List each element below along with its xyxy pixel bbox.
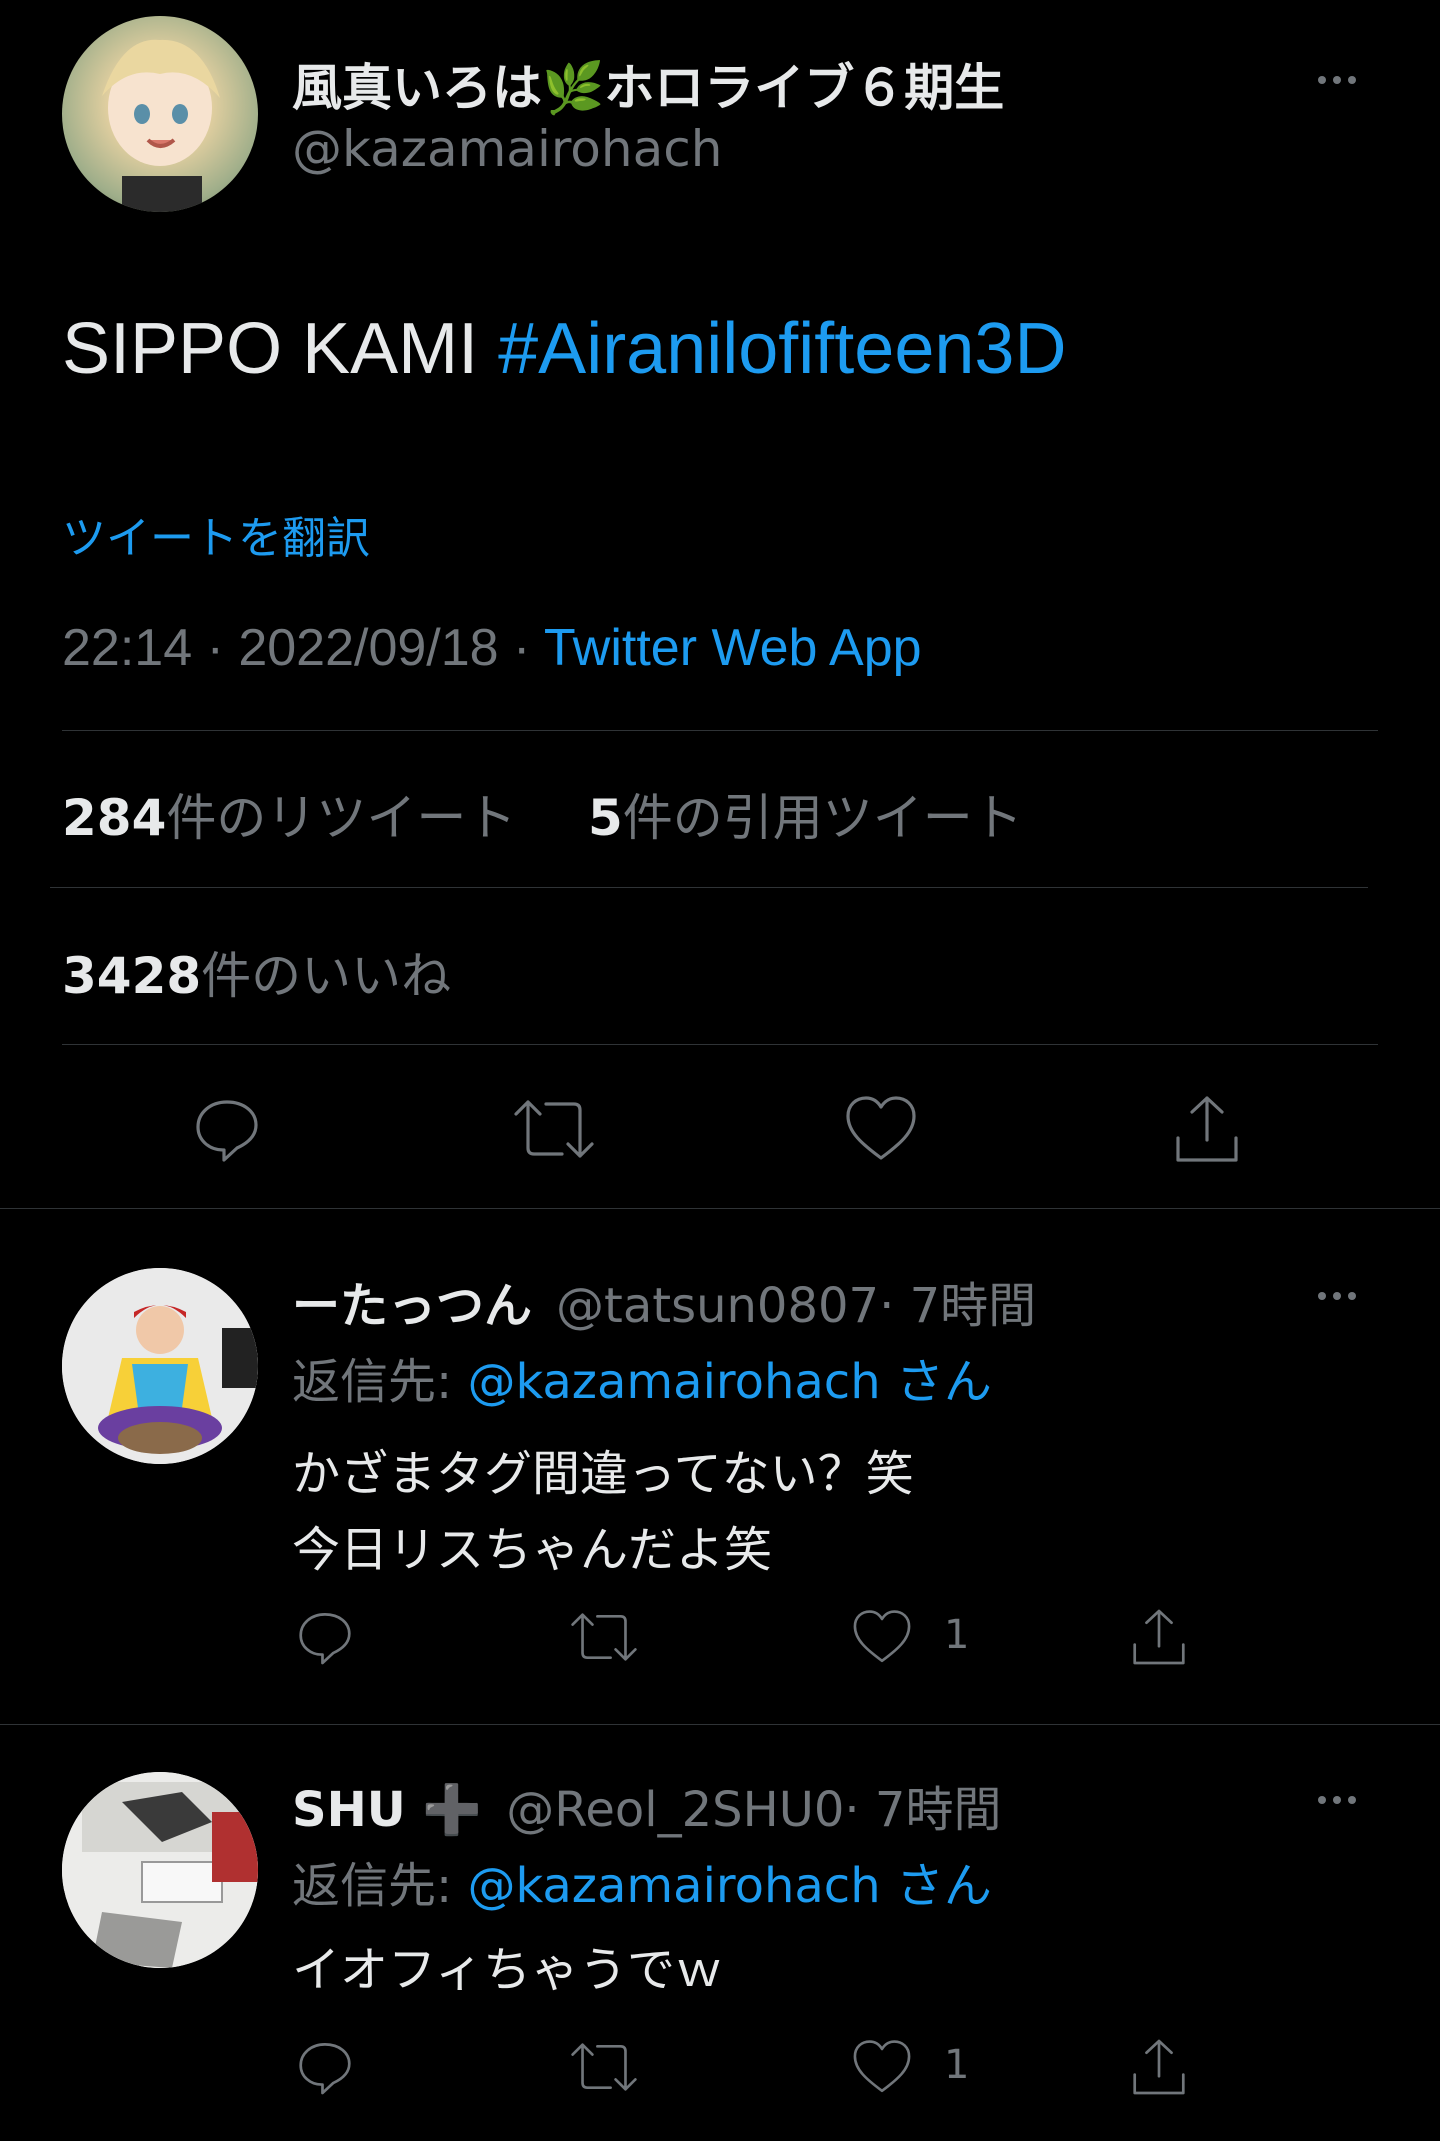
- likes-label: 件のいいね: [201, 947, 452, 1005]
- reply-header: SHU ➕ @Reol_2SHU0 · 7時間: [292, 1770, 1001, 1840]
- share-icon[interactable]: [1170, 1090, 1244, 1168]
- divider: [62, 1044, 1378, 1045]
- reply-time[interactable]: · 7時間: [844, 1770, 1001, 1840]
- tweet-text: SIPPO KAMI #Airanilofifteen3D: [62, 308, 1066, 390]
- reply-avatar[interactable]: [62, 1268, 258, 1464]
- reply-header: ーたっつん @tatsun0807 · 7時間: [292, 1266, 1036, 1336]
- reply-display-name[interactable]: ーたっつん: [292, 1266, 532, 1336]
- reply-to-label: 返信先:: [292, 1354, 468, 1410]
- reply-to-label: 返信先:: [292, 1858, 468, 1914]
- divider: [0, 1208, 1440, 1209]
- reply-text: イオフィちゃうでｗ: [292, 1932, 723, 2008]
- tweet-timestamp[interactable]: 22:14 · 2022/09/18 ·: [62, 619, 544, 677]
- quote-stats[interactable]: 5件の引用ツイート: [588, 778, 1023, 850]
- retweets-count: 284: [62, 789, 167, 847]
- reply-like-count: 1: [944, 1612, 970, 1658]
- more-options-icon[interactable]: [1318, 1292, 1356, 1300]
- likes-count: 3428: [62, 947, 202, 1005]
- reply-display-name[interactable]: SHU ➕: [292, 1781, 482, 1838]
- tweet-text-body: SIPPO KAMI: [62, 309, 479, 389]
- author-display-name[interactable]: 風真いろは🌿ホロライブ６期生: [292, 48, 1004, 120]
- reply-icon[interactable]: [294, 2036, 356, 2098]
- heart-icon[interactable]: [850, 2036, 914, 2098]
- retweet-stats[interactable]: 284件のリツイート: [62, 778, 516, 850]
- translate-tweet-link[interactable]: ツイートを翻訳: [62, 502, 370, 566]
- reply-to-line: 返信先: @kazamairohach さん: [292, 1342, 992, 1412]
- reply-to-suffix: さん: [880, 1354, 992, 1410]
- retweet-icon[interactable]: [508, 1092, 600, 1166]
- reply-text: かざまタグ間違ってない？笑 今日リスちゃんだよ笑: [292, 1436, 914, 1588]
- reply-text-line: かざまタグ間違ってない？笑: [292, 1446, 914, 1502]
- reply-text-line: イオフィちゃうでｗ: [292, 1942, 724, 1998]
- reply-time[interactable]: · 7時間: [879, 1266, 1036, 1336]
- avatar-illustration: [62, 1772, 258, 1968]
- share-icon[interactable]: [1128, 2034, 1190, 2100]
- reply-handle[interactable]: @Reol_2SHU0: [506, 1782, 844, 1838]
- like-stats[interactable]: 3428件のいいね: [62, 936, 451, 1008]
- tweet-meta: 22:14 · 2022/09/18 · Twitter Web App: [62, 618, 922, 678]
- avatar-illustration: [102, 39, 220, 212]
- heart-icon[interactable]: [850, 1606, 914, 1668]
- author-avatar[interactable]: [62, 16, 258, 212]
- reply-icon[interactable]: [190, 1092, 264, 1166]
- quotes-count: 5: [588, 789, 623, 847]
- reply-like-count: 1: [944, 2042, 970, 2088]
- reply-to-handle[interactable]: @kazamairohach: [467, 1354, 880, 1410]
- reply-to-line: 返信先: @kazamairohach さん: [292, 1846, 992, 1916]
- retweets-label: 件のリツイート: [166, 789, 517, 847]
- quotes-label: 件の引用ツイート: [622, 789, 1023, 847]
- reply-handle[interactable]: @tatsun0807: [556, 1278, 879, 1334]
- reply-text-line: 今日リスちゃんだよ笑: [292, 1522, 773, 1578]
- divider: [62, 730, 1378, 731]
- more-options-icon[interactable]: [1318, 76, 1356, 84]
- retweet-icon[interactable]: [566, 1606, 642, 1668]
- divider: [50, 887, 1368, 888]
- reply-avatar[interactable]: [62, 1772, 258, 1968]
- tweet-source-link[interactable]: Twitter Web App: [544, 619, 922, 677]
- reply-to-suffix: さん: [880, 1858, 992, 1914]
- avatar-illustration: [62, 1268, 258, 1464]
- reply-icon[interactable]: [294, 1606, 356, 1668]
- share-icon[interactable]: [1128, 1604, 1190, 1670]
- hashtag-link[interactable]: #Airanilofifteen3D: [498, 309, 1066, 389]
- more-options-icon[interactable]: [1318, 1796, 1356, 1804]
- heart-icon[interactable]: [842, 1092, 920, 1166]
- divider: [0, 1724, 1440, 1725]
- retweet-icon[interactable]: [566, 2036, 642, 2098]
- reply-to-handle[interactable]: @kazamairohach: [467, 1858, 880, 1914]
- author-handle[interactable]: @kazamairohach: [292, 120, 722, 178]
